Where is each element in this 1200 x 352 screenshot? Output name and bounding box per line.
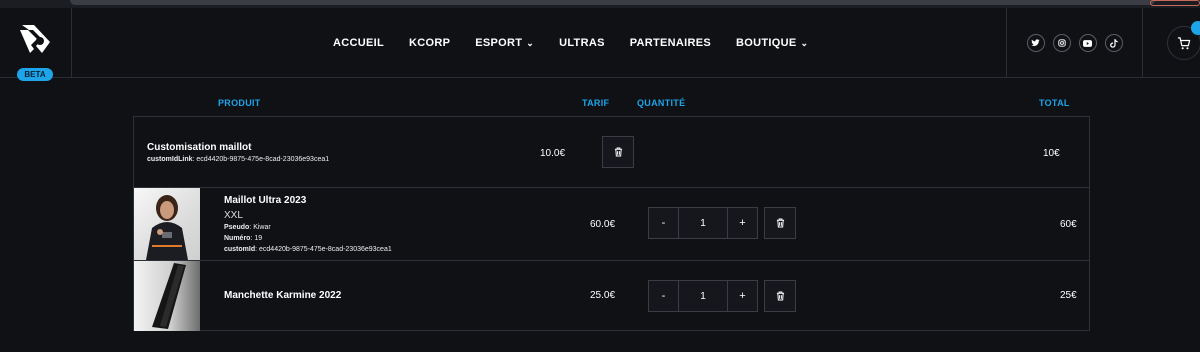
product-name: Manchette Karmine 2022 — [224, 290, 342, 301]
quantity-value[interactable]: 1 — [678, 281, 728, 311]
field-value: 19 — [254, 235, 263, 242]
cart-row: Manchette Karmine 2022 25.0€ - 1 + 25€ — [134, 261, 1089, 331]
nav-item-esport[interactable]: ESPORT ⌄ — [475, 37, 534, 49]
nav-item-partenaires[interactable]: PARTENAIRES — [630, 37, 711, 49]
nav-item-accueil[interactable]: ACCUEIL — [333, 37, 384, 49]
nav-label: ESPORT — [475, 37, 523, 49]
quantity-stepper: - 1 + — [648, 207, 758, 239]
column-header-product: PRODUIT — [218, 98, 261, 108]
item-total: 25€ — [1060, 290, 1077, 301]
item-price: 60.0€ — [590, 219, 616, 230]
cart-table: Customisation maillot customIdLink: ecd4… — [133, 116, 1090, 331]
product-custom-id: customId: ecd4420b-9875-475e-8cad-23036e… — [224, 246, 392, 253]
browser-chrome-strip — [0, 0, 1200, 8]
quantity-stepper: - 1 + — [648, 280, 758, 312]
increase-quantity-button[interactable]: + — [728, 208, 757, 238]
browser-tab-strip — [70, 0, 1155, 5]
nav-label: PARTENAIRES — [629, 37, 712, 49]
social-links — [1006, 8, 1143, 78]
trash-icon — [776, 291, 784, 301]
beta-badge: BETA — [17, 68, 53, 81]
nav-item-boutique[interactable]: BOUTIQUE ⌄ — [736, 37, 808, 49]
youtube-icon[interactable] — [1078, 34, 1097, 52]
nav-label: ACCUEIL — [333, 37, 384, 49]
chevron-down-icon: ⌄ — [800, 37, 809, 48]
cart-row: Maillot Ultra 2023 XXL Pseudo: Kiwar Num… — [134, 188, 1089, 261]
chevron-down-icon: ⌄ — [526, 37, 535, 48]
product-name: Maillot Ultra 2023 — [224, 195, 307, 206]
nav-label: ULTRAS — [559, 37, 605, 49]
column-header-total: TOTAL — [1039, 98, 1070, 108]
column-header-price: TARIF — [582, 98, 610, 108]
delete-item-button[interactable] — [764, 280, 796, 312]
column-header-quantity: QUANTITÉ — [637, 98, 686, 108]
delete-item-button[interactable] — [764, 207, 796, 239]
field-value: ecd4420b-9875-475e-8cad-23036e93cea1 — [259, 246, 392, 253]
field-value: ecd4420b-9875-475e-8cad-23036e93cea1 — [196, 156, 330, 163]
cart-icon — [1177, 36, 1191, 49]
karmine-logo-icon[interactable] — [18, 22, 54, 56]
field-label: customId — [224, 246, 256, 253]
trash-icon — [614, 147, 622, 157]
nav-item-ultras[interactable]: ULTRAS — [559, 37, 605, 49]
quantity-value[interactable]: 1 — [678, 208, 728, 238]
product-pseudo: Pseudo: Kiwar — [224, 224, 271, 231]
custom-id-link: customIdLink: ecd4420b-9875-475e-8cad-23… — [147, 156, 330, 163]
browser-profile-pill[interactable] — [1150, 0, 1200, 6]
cart-row: Customisation maillot customIdLink: ecd4… — [134, 117, 1089, 188]
instagram-icon[interactable] — [1052, 34, 1071, 52]
field-label: customIdLink — [147, 156, 193, 163]
trash-icon — [776, 218, 784, 228]
decrease-quantity-button[interactable]: - — [649, 208, 678, 238]
product-name: Customisation maillot — [147, 142, 252, 153]
field-value: Kiwar — [253, 224, 271, 231]
product-size: XXL — [224, 210, 243, 221]
increase-quantity-button[interactable]: + — [728, 281, 757, 311]
field-label: Numéro — [224, 235, 251, 242]
item-price: 25.0€ — [590, 290, 616, 301]
nav-label: BOUTIQUE — [736, 37, 797, 49]
nav-item-kcorp[interactable]: KCORP — [409, 37, 450, 49]
main-nav: ACCUEIL KCORP ESPORT ⌄ ULTRAS PARTENAIRES… — [320, 8, 833, 78]
item-total: 60€ — [1060, 219, 1077, 230]
field-label: Pseudo — [224, 224, 250, 231]
site-header: BETA ACCUEIL KCORP ESPORT ⌄ ULTRAS PARTEN… — [0, 8, 1200, 81]
product-image[interactable] — [134, 261, 200, 331]
product-numero: Numéro: 19 — [224, 235, 263, 242]
item-price: 10.0€ — [540, 148, 566, 159]
product-image[interactable] — [134, 188, 200, 260]
decrease-quantity-button[interactable]: - — [649, 281, 678, 311]
twitter-icon[interactable] — [1026, 34, 1045, 52]
cart-count-badge — [1191, 21, 1200, 35]
nav-label: KCORP — [409, 37, 451, 49]
item-total: 10€ — [1043, 148, 1060, 159]
logo-container[interactable]: BETA — [0, 8, 72, 81]
tiktok-icon[interactable] — [1104, 34, 1123, 52]
delete-item-button[interactable] — [602, 136, 634, 168]
